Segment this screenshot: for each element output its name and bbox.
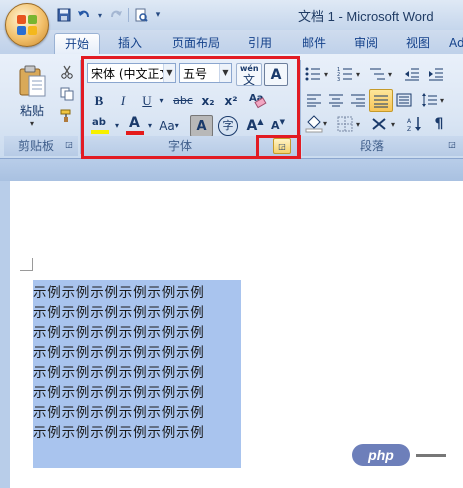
svg-text:▾: ▾ bbox=[323, 119, 327, 128]
svg-text:▾: ▾ bbox=[356, 120, 360, 129]
php-logo: php bbox=[352, 444, 410, 466]
paint-bucket-icon: ▾ bbox=[305, 114, 327, 132]
undo-icon[interactable] bbox=[76, 7, 92, 23]
watermark-dash bbox=[416, 454, 446, 457]
format-painter-button[interactable] bbox=[56, 105, 78, 126]
align-center-icon bbox=[329, 94, 343, 106]
multilevel-list-icon: ▾ bbox=[370, 68, 392, 79]
line-spacing-button[interactable]: ▾ bbox=[419, 89, 449, 110]
text-line[interactable]: 示例示例示例示例示例示例 bbox=[33, 343, 205, 363]
svg-text:▾: ▾ bbox=[440, 96, 444, 105]
title-bar: ▾ ▾ 文档 1 - Microsoft Word bbox=[0, 0, 463, 30]
undo-dropdown-icon[interactable]: ▾ bbox=[96, 7, 104, 23]
copy-icon bbox=[60, 87, 74, 100]
copy-button[interactable] bbox=[56, 83, 78, 104]
tab-mailings[interactable]: 邮件 bbox=[292, 33, 336, 54]
distributed-icon bbox=[396, 93, 412, 106]
office-logo-icon bbox=[17, 15, 37, 35]
tab-insert[interactable]: 插入 bbox=[108, 33, 152, 54]
office-button[interactable] bbox=[5, 3, 49, 47]
svg-text:A: A bbox=[407, 118, 412, 125]
numbering-button[interactable]: 1 2 3 ▾ bbox=[335, 63, 365, 84]
paragraph-mark-icon: ¶ bbox=[434, 115, 444, 132]
bullets-icon: ▾ bbox=[305, 67, 328, 80]
sort-button[interactable]: AZ bbox=[404, 113, 426, 134]
clipboard-group-label: 剪贴板 bbox=[17, 139, 54, 153]
tab-view[interactable]: 视图 bbox=[396, 33, 440, 54]
align-center-button[interactable] bbox=[325, 89, 347, 110]
increase-indent-icon bbox=[429, 68, 443, 80]
sort-icon: AZ bbox=[407, 116, 421, 132]
customize-icon[interactable]: ▾ bbox=[153, 7, 163, 23]
align-left-button[interactable] bbox=[303, 89, 325, 110]
paste-button[interactable]: 粘贴 ▾ bbox=[14, 60, 50, 132]
text-line[interactable]: 示例示例示例示例示例示例 bbox=[33, 403, 205, 423]
ribbon-tabs: 开始 插入 页面布局 引用 邮件 审阅 视图 Ad bbox=[0, 30, 463, 54]
borders-button[interactable]: ▾ bbox=[335, 113, 365, 134]
align-left-icon bbox=[307, 94, 321, 106]
multilevel-list-button[interactable]: ▾ bbox=[367, 63, 397, 84]
decrease-indent-button[interactable] bbox=[401, 63, 423, 84]
svg-text:▾: ▾ bbox=[324, 70, 328, 79]
paste-label: 粘贴 bbox=[19, 104, 44, 118]
svg-text:3: 3 bbox=[337, 77, 340, 82]
text-line[interactable]: 示例示例示例示例示例示例 bbox=[33, 363, 205, 383]
cut-button[interactable] bbox=[56, 61, 78, 82]
paragraph-launcher-icon[interactable]: ◲ bbox=[447, 139, 457, 149]
text-line[interactable]: 示例示例示例示例示例示例 bbox=[33, 323, 205, 343]
left-ruler-edge bbox=[0, 181, 10, 488]
paste-icon bbox=[19, 65, 46, 97]
quick-access-toolbar: ▾ ▾ bbox=[56, 6, 163, 24]
align-right-button[interactable] bbox=[347, 89, 369, 110]
dialog-launcher-highlight bbox=[256, 135, 301, 161]
align-right-icon bbox=[351, 94, 365, 106]
clipboard-launcher-icon[interactable]: ◲ bbox=[64, 139, 74, 149]
svg-text:▾: ▾ bbox=[356, 70, 360, 79]
text-line[interactable]: 示例示例示例示例示例示例 bbox=[33, 283, 205, 303]
distributed-button[interactable] bbox=[393, 89, 415, 110]
scissors-icon bbox=[61, 65, 73, 79]
tab-page-layout[interactable]: 页面布局 bbox=[160, 33, 232, 54]
numbering-icon: 123▾ bbox=[337, 67, 360, 82]
redo-icon[interactable] bbox=[108, 7, 124, 23]
paragraph-group-label: 段落 bbox=[359, 139, 384, 153]
bullets-button[interactable]: ▾ bbox=[303, 63, 333, 84]
decrease-indent-icon bbox=[405, 68, 419, 80]
show-marks-button[interactable]: ¶ bbox=[428, 113, 450, 134]
tab-overflow[interactable]: Ad bbox=[449, 33, 463, 54]
shading-button[interactable]: ▾ bbox=[303, 113, 331, 134]
text-line[interactable]: 示例示例示例示例示例示例 bbox=[33, 303, 205, 323]
asian-layout-button[interactable]: ▾ bbox=[370, 113, 400, 134]
tab-review[interactable]: 审阅 bbox=[344, 33, 388, 54]
tab-references[interactable]: 引用 bbox=[238, 33, 282, 54]
php-watermark: php bbox=[352, 444, 450, 466]
workspace-background bbox=[0, 159, 463, 181]
justify-icon bbox=[374, 95, 388, 107]
text-line[interactable]: 示例示例示例示例示例示例 bbox=[33, 423, 205, 443]
print-preview-icon[interactable] bbox=[133, 7, 149, 23]
increase-indent-button[interactable] bbox=[425, 63, 447, 84]
justify-button[interactable] bbox=[369, 89, 393, 112]
format-painter-icon bbox=[60, 109, 71, 122]
margin-corner-mark bbox=[32, 258, 33, 271]
tab-home[interactable]: 开始 bbox=[54, 33, 100, 54]
window-title: 文档 1 - Microsoft Word bbox=[298, 9, 434, 24]
line-spacing-icon: ▾ bbox=[422, 92, 444, 107]
paste-dropdown-icon: ▾ bbox=[29, 119, 34, 128]
asian-layout-icon: ▾ bbox=[372, 117, 395, 130]
qat-separator bbox=[128, 8, 129, 22]
svg-text:▾: ▾ bbox=[388, 70, 392, 79]
text-line[interactable]: 示例示例示例示例示例示例 bbox=[33, 383, 205, 403]
borders-icon: ▾ bbox=[337, 116, 360, 131]
svg-text:▾: ▾ bbox=[391, 120, 395, 129]
svg-text:Z: Z bbox=[407, 126, 411, 132]
save-icon[interactable] bbox=[56, 7, 72, 23]
